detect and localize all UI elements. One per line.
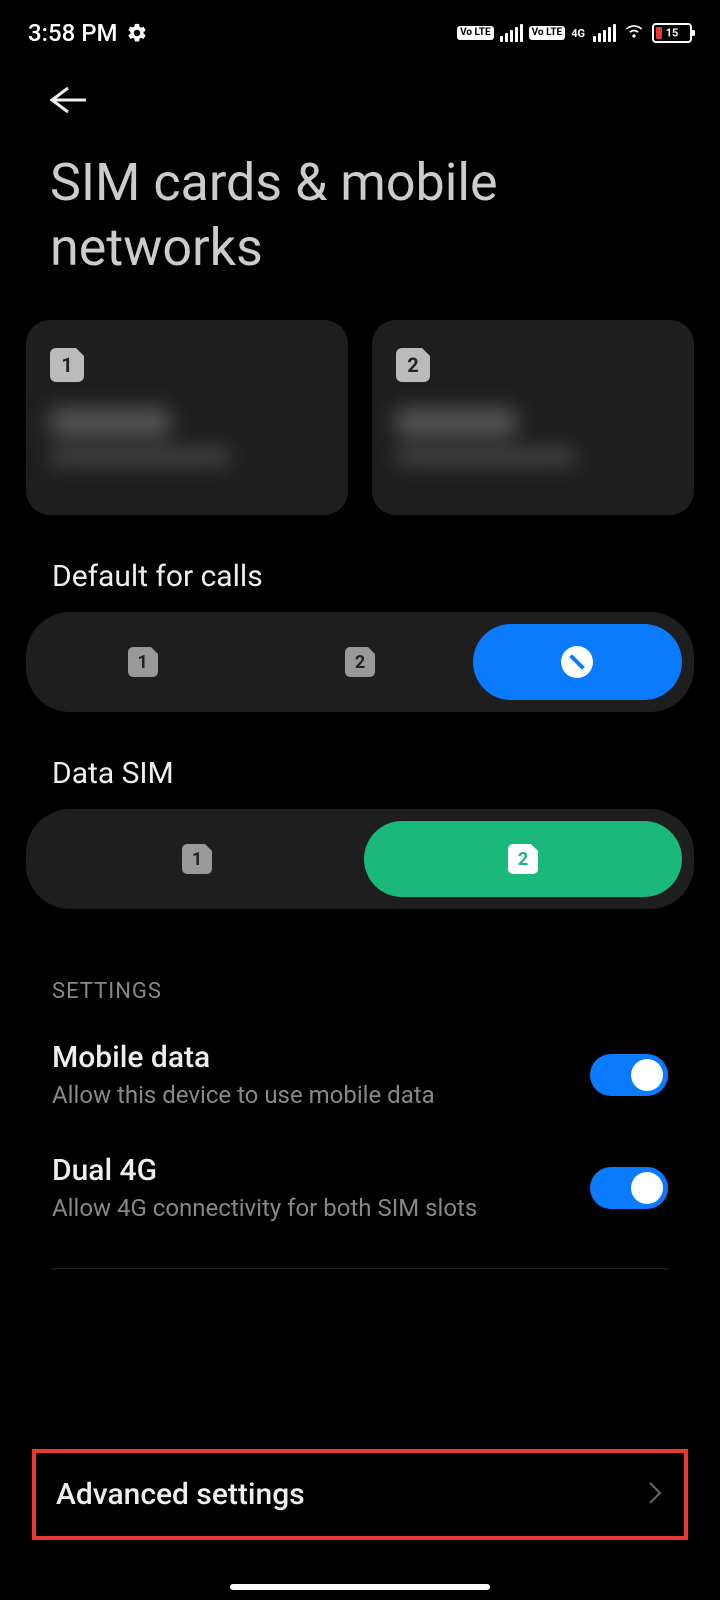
default-calls-sim2[interactable]: 2 [255, 624, 464, 700]
divider [52, 1268, 668, 1269]
home-indicator[interactable] [230, 1584, 490, 1590]
battery-icon: 15 [652, 23, 692, 43]
network-4g-label: 4G [571, 27, 585, 40]
data-sim-1[interactable]: 1 [38, 821, 356, 897]
sim-1-info-blurred [50, 408, 324, 466]
settings-header: SETTINGS [0, 909, 720, 1018]
battery-level: 15 [666, 27, 679, 40]
advanced-settings-row[interactable]: Advanced settings [32, 1449, 688, 1540]
chevron-right-icon [646, 1479, 664, 1511]
mobile-data-subtitle: Allow this device to use mobile data [52, 1081, 435, 1109]
mobile-data-row[interactable]: Mobile data Allow this device to use mob… [0, 1018, 720, 1131]
signal-icon-1 [500, 24, 523, 42]
data-sim-selector: 1 2 [26, 809, 694, 909]
gear-icon [126, 22, 148, 44]
data-sim-2[interactable]: 2 [364, 821, 682, 897]
ask-icon [561, 646, 593, 678]
wifi-icon [622, 21, 646, 45]
volte-badge-1: Vo LTE [457, 26, 494, 40]
sim-1-badge: 1 [50, 348, 84, 382]
default-calls-selector: 1 2 [26, 612, 694, 712]
sim-2-badge: 2 [396, 348, 430, 382]
default-calls-label: Default for calls [0, 515, 720, 612]
sim-2-info-blurred [396, 408, 670, 466]
mobile-data-title: Mobile data [52, 1040, 435, 1075]
status-bar: 3:58 PM Vo LTE Vo LTE 4G 15 [0, 0, 720, 60]
volte-badge-2: Vo LTE [529, 26, 566, 40]
dual-4g-title: Dual 4G [52, 1153, 477, 1188]
default-calls-sim1[interactable]: 1 [38, 624, 247, 700]
mobile-data-toggle[interactable] [590, 1054, 668, 1096]
dual-4g-row[interactable]: Dual 4G Allow 4G connectivity for both S… [0, 1131, 720, 1244]
default-calls-ask[interactable] [473, 624, 682, 700]
back-button[interactable] [0, 60, 720, 130]
signal-icon-2 [593, 24, 616, 42]
page-title: SIM cards & mobile networks [0, 130, 720, 320]
status-time: 3:58 PM [28, 19, 118, 47]
sim-card-2[interactable]: 2 [372, 320, 694, 515]
dual-4g-subtitle: Allow 4G connectivity for both SIM slots [52, 1194, 477, 1222]
sim-card-1[interactable]: 1 [26, 320, 348, 515]
advanced-settings-title: Advanced settings [56, 1477, 305, 1512]
data-sim-label: Data SIM [0, 712, 720, 809]
dual-4g-toggle[interactable] [590, 1167, 668, 1209]
